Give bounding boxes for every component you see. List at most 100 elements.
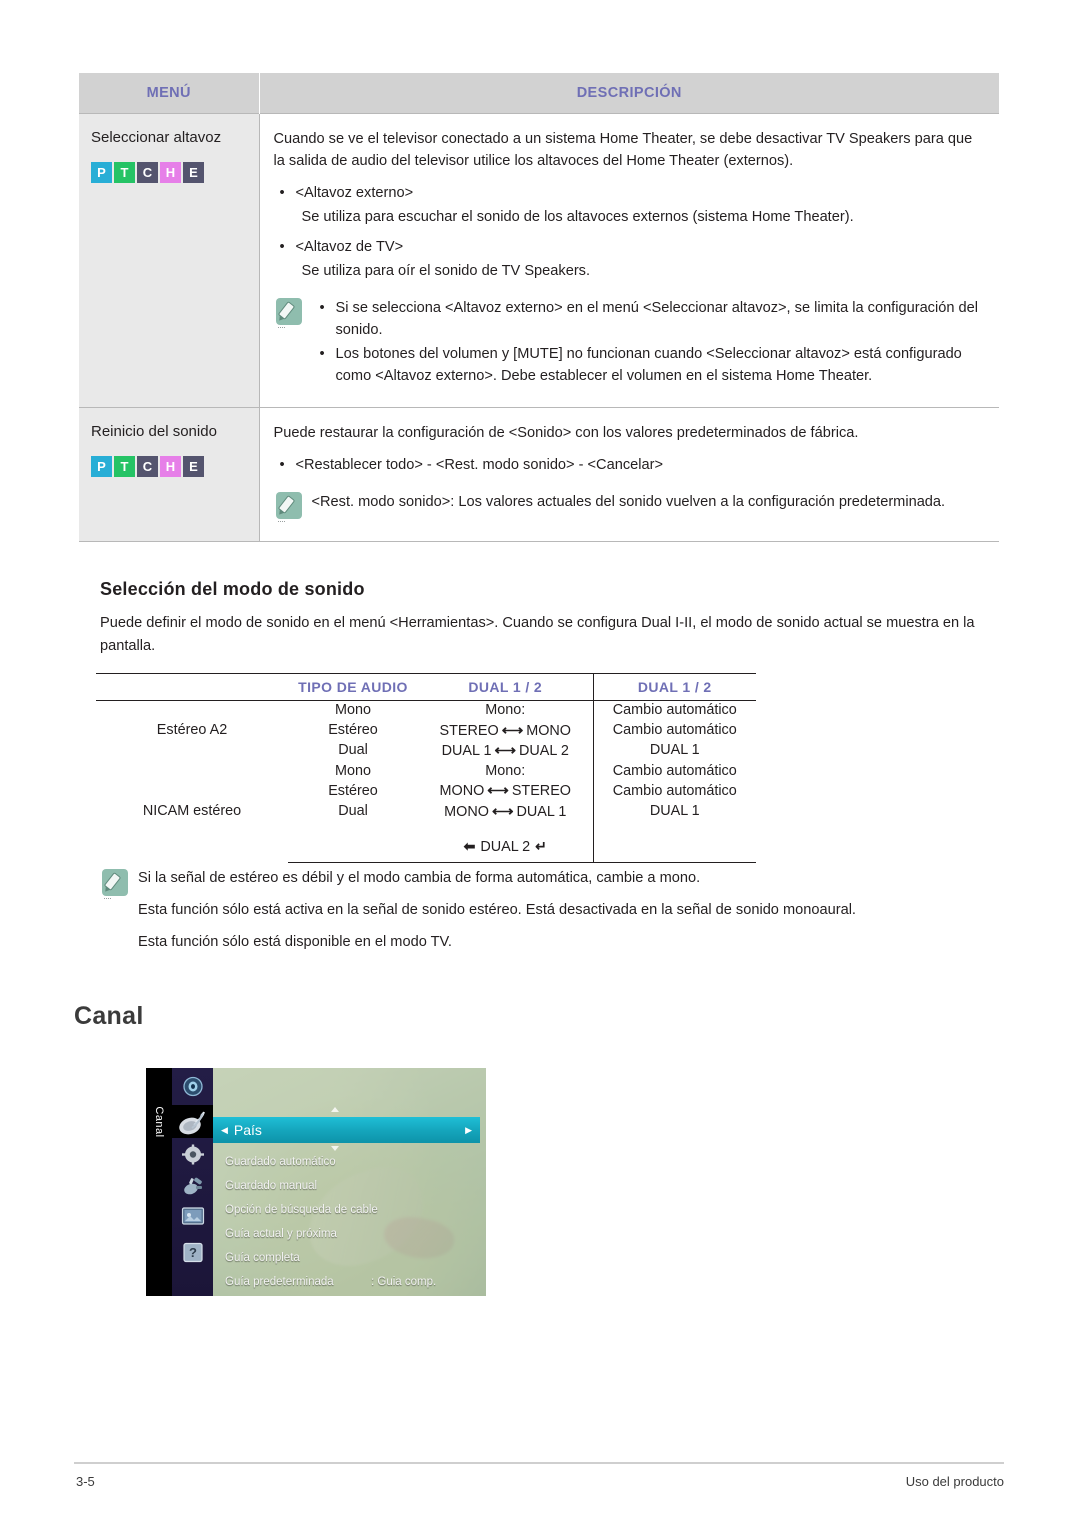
audio-dual-left: MONO ⟷ STEREO: [418, 781, 593, 801]
note-text: <Rest. modo sonido>: Los valores actuale…: [311, 493, 946, 510]
audio-mode-table: TIPO DE AUDIO DUAL 1 / 2 DUAL 1 / 2 Esté…: [96, 673, 756, 863]
audio-dual-left-b: MONO: [526, 722, 571, 739]
audio-group-name-estereo-a2: Estéreo A2: [156, 722, 228, 739]
audio-type: Dual: [338, 742, 368, 759]
badge-t: T: [114, 456, 135, 478]
audio-notes-block: Si la señal de estéreo es débil y el mod…: [100, 868, 1000, 964]
tv-menu-panel: ◀ País ▶ Guardado automático Guardado ma…: [213, 1068, 486, 1296]
note-bullet-item: • Si se selecciona <Altavoz externo> en …: [312, 297, 984, 341]
audio-dual-right: Cambio automático: [592, 720, 756, 741]
audio-dual-left-b: DUAL 2: [519, 742, 569, 759]
double-arrow-icon: ⟷: [491, 802, 514, 820]
audio-dual2-right-blank: [592, 822, 756, 863]
tv-vertical-label: Canal: [153, 1106, 165, 1138]
audio-dual-right: DUAL 1: [592, 740, 756, 762]
audio-dual-right: Cambio automático: [592, 700, 756, 721]
page-title-canal: Canal: [74, 1002, 144, 1030]
audio-type: Mono: [335, 702, 371, 719]
badge-group: P T C H E: [91, 456, 259, 478]
audio-dual2-label: DUAL 2: [480, 839, 531, 856]
double-arrow-icon: ⟷: [494, 741, 516, 759]
audio-table-row: NICAM estéreo Mono Mono: Cambio automáti…: [96, 761, 756, 819]
chevron-right-icon[interactable]: ▶: [465, 1125, 472, 1136]
audio-type: Dual: [338, 803, 368, 820]
audio-header-dual-right: DUAL 1 / 2: [592, 673, 756, 701]
audio-dual-left: MONO ⟷ DUAL 1: [418, 802, 593, 822]
bullet-dot: •: [279, 457, 285, 474]
satellite-dish-icon[interactable]: [178, 1108, 208, 1136]
menu-cell-seleccionar-altavoz: Seleccionar altavoz P T C H E: [79, 112, 260, 409]
badge-c: C: [137, 161, 158, 183]
table-row: Seleccionar altavoz P T C H E Cuando se …: [79, 112, 999, 409]
badge-group: P T C H E: [91, 161, 259, 183]
tv-menu-item-pais[interactable]: ◀ País ▶: [213, 1117, 480, 1143]
note-pencil-icon: [274, 491, 308, 522]
double-arrow-icon: ⟷: [487, 782, 509, 800]
description-intro: Cuando se ve el televisor conectado a un…: [273, 130, 973, 169]
bullet-item: • <Altavoz de TV>: [274, 236, 984, 258]
menu-cell-reinicio-del-sonido: Reinicio del sonido P T C H E: [79, 407, 260, 542]
badge-h: H: [160, 161, 181, 183]
tv-menu-item-value: : Guia comp.: [371, 1276, 437, 1288]
note-bullet-item: • Los botones del volumen y [MUTE] no fu…: [312, 343, 984, 387]
tv-menu-item-guia-completa[interactable]: Guía completa: [225, 1252, 300, 1264]
settings-gear-icon[interactable]: [181, 1144, 205, 1165]
tv-menu-item-guia-actual-y-proxima[interactable]: Guía actual y próxima: [225, 1228, 337, 1240]
menu-description-table: MENÚ DESCRIPCIÓN Seleccionar altavoz P T…: [79, 73, 999, 542]
header-description: DESCRIPCIÓN: [259, 73, 999, 113]
audio-note-text: Esta función sólo está activa en la seña…: [138, 901, 856, 918]
audio-dual-left-a: DUAL 1: [441, 742, 492, 759]
audio-dual-left: Mono:: [485, 762, 526, 779]
audio-type: Mono: [335, 762, 371, 779]
audio-dual-left-a: STEREO: [439, 722, 499, 739]
tv-menu-item-guardado-manual[interactable]: Guardado manual: [225, 1180, 317, 1192]
audio-dual-right: Cambio automático: [592, 781, 756, 802]
tv-menu-item-label: Guía predeterminada: [225, 1276, 334, 1288]
bullet-subtext: Se utiliza para escuchar el sonido de lo…: [301, 209, 854, 226]
audio-dual2-cell: ⬅ DUAL 2 ↵: [418, 822, 593, 863]
audio-dual-left: Mono:: [485, 702, 526, 719]
audio-type: Estéreo: [328, 782, 378, 799]
audio-type-blank: [288, 822, 418, 863]
note-bullet-text: Si se selecciona <Altavoz externo> en el…: [335, 299, 979, 338]
table-header-row: MENÚ DESCRIPCIÓN: [79, 73, 999, 113]
note-block: • Si se selecciona <Altavoz externo> en …: [274, 297, 984, 390]
header-menu: MENÚ: [79, 73, 260, 113]
audio-note-text: Esta función sólo está disponible en el …: [138, 933, 452, 950]
bullet-title: <Restablecer todo> - <Rest. modo sonido>…: [295, 457, 664, 474]
badge-p: P: [91, 456, 112, 478]
tv-selected-item-label: País: [233, 1122, 262, 1138]
note-pencil-icon: [274, 297, 308, 328]
audio-group-name-nicam-estereo: NICAM estéreo: [142, 803, 242, 820]
tv-scroll-up-arrow[interactable]: [331, 1107, 339, 1112]
footer-section-title: Uso del producto: [905, 1474, 1004, 1489]
footer-page-number: 3-5: [76, 1474, 95, 1489]
audio-header-dual-left: DUAL 1 / 2: [418, 673, 593, 701]
media-picture-icon[interactable]: [181, 1206, 205, 1227]
chevron-left-icon[interactable]: ◀: [213, 1125, 234, 1136]
bullet-item: • <Restablecer todo> - <Rest. modo sonid…: [274, 454, 984, 476]
description-cell-reinicio-del-sonido: Puede restaurar la configuración de <Son…: [259, 407, 999, 542]
bullet-title: <Altavoz externo>: [295, 184, 414, 201]
bullet-subtext: Se utiliza para oír el sonido de TV Spea…: [301, 263, 591, 280]
audio-dual-right: Cambio automático: [592, 761, 756, 782]
audio-type: Estéreo: [328, 722, 378, 738]
badge-t: T: [114, 161, 135, 183]
bullet-dot: •: [319, 299, 325, 316]
audio-dual-left-a: MONO: [439, 783, 485, 800]
svg-text:?: ?: [189, 1245, 197, 1260]
hook-left-icon: ⬅: [463, 838, 476, 855]
sound-icon[interactable]: [181, 1076, 205, 1097]
tv-menu-item-opcion-busqueda-cable[interactable]: Opción de búsqueda de cable: [225, 1204, 378, 1216]
tv-menu-item-guia-predeterminada[interactable]: Guía predeterminada : Guia comp.: [225, 1276, 436, 1288]
tv-menu-item-guardado-automatico[interactable]: Guardado automático: [225, 1156, 336, 1168]
help-question-icon[interactable]: ?: [181, 1242, 205, 1263]
audio-dual-left: STEREO ⟷ MONO: [418, 721, 593, 741]
section-heading-sound-mode: Selección del modo de sonido: [100, 579, 365, 599]
audio-table-row: Estéreo A2 Mono Mono: Cambio automático: [96, 700, 756, 738]
audio-dual-right: DUAL 1: [592, 801, 756, 823]
tv-scroll-down-arrow[interactable]: [331, 1146, 339, 1151]
badge-h: H: [160, 456, 181, 478]
network-plug-icon[interactable]: [181, 1176, 205, 1197]
audio-dual-left-b: STEREO: [511, 783, 571, 800]
